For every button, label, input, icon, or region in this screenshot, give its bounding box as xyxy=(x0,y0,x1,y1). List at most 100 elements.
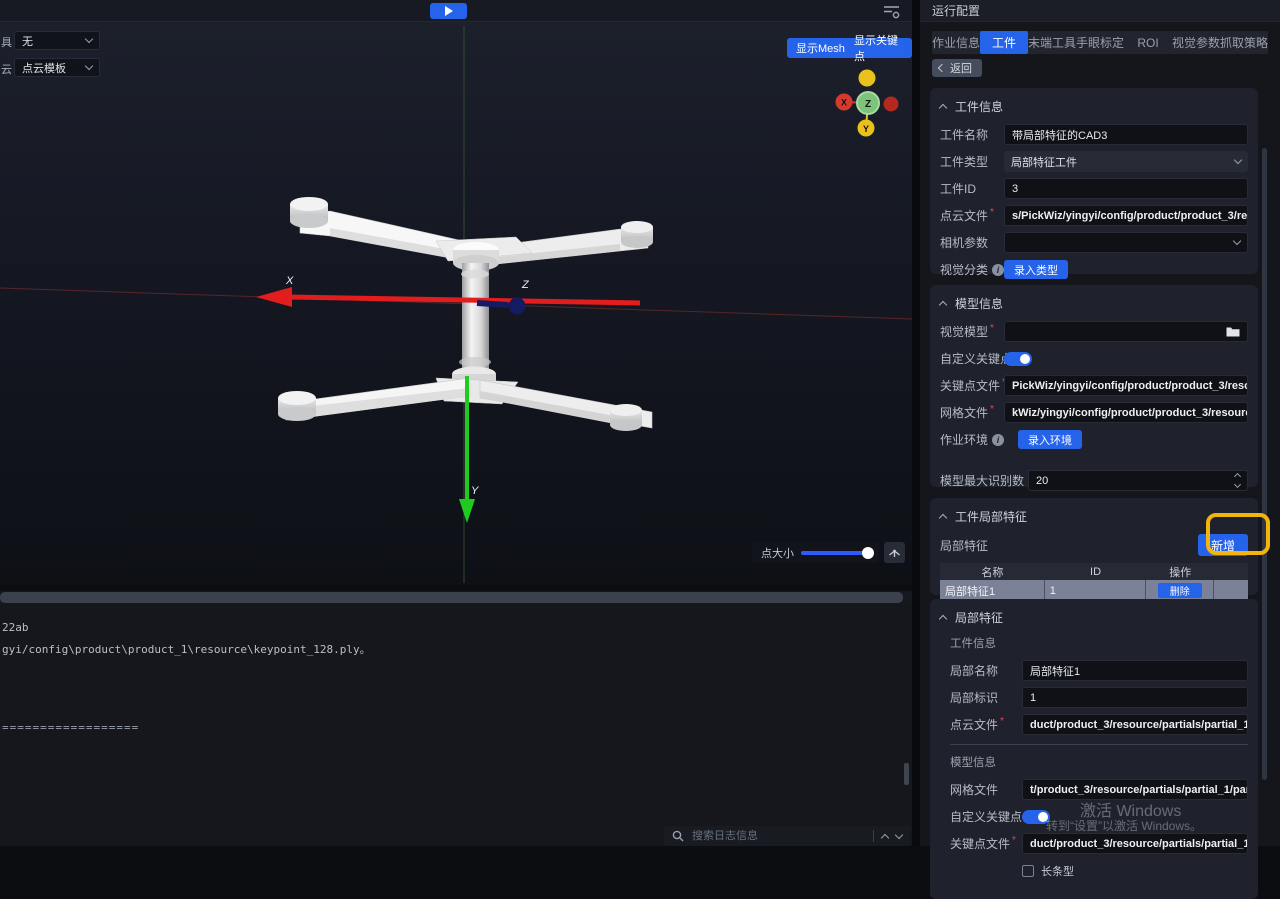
log-scrollbar-thumb[interactable] xyxy=(904,763,909,785)
point-size-label: 点大小 xyxy=(761,545,794,561)
row-id: 1 xyxy=(1045,580,1147,601)
tab-roi[interactable]: ROI xyxy=(1124,31,1172,54)
log-search-bar xyxy=(664,826,910,846)
custom-keypoint-toggle[interactable] xyxy=(1004,352,1032,366)
section-title: 局部特征 xyxy=(955,609,1003,626)
folder-icon[interactable] xyxy=(1226,326,1240,337)
field-label: 网格文件 xyxy=(940,404,1004,421)
slider-knob[interactable] xyxy=(862,547,874,559)
table-header-row: 名称 ID 操作 xyxy=(940,563,1248,580)
horizontal-scrollbar-thumb[interactable] xyxy=(0,592,903,603)
config-panel: 运行配置 作业信息 工件 末端工具 手眼标定 ROI 视觉参数 抓取策略 返回 … xyxy=(920,0,1280,846)
log-line: 22ab xyxy=(2,621,29,634)
section-title: 模型信息 xyxy=(955,295,1003,312)
field-label: 工件ID xyxy=(940,180,1004,197)
partial-detail-card: 局部特征 工件信息 局部名称 局部特征1 局部标识 1 点云文件 duct/pr… xyxy=(930,599,1258,899)
partial-detail-header[interactable]: 局部特征 xyxy=(940,609,1248,626)
collapse-icon xyxy=(939,514,947,522)
tab-grasp-strategy[interactable]: 抓取策略 xyxy=(1220,31,1268,54)
field-label: 视觉模型 xyxy=(940,323,1004,340)
tab-job-info[interactable]: 作业信息 xyxy=(932,31,980,54)
gizmo-neg-x[interactable] xyxy=(884,97,899,112)
info-icon[interactable]: i xyxy=(992,434,1004,446)
info-icon[interactable]: i xyxy=(992,264,1004,276)
log-line: ================== xyxy=(2,721,139,734)
3d-scene[interactable]: X Z Y X Z Y xyxy=(0,22,912,585)
model-info-card: 模型信息 视觉模型 自定义关键点 关键点文件 PickWiz/yingyi/co… xyxy=(930,285,1258,487)
gizmo-neg-y[interactable] xyxy=(859,70,876,87)
col-name: 名称 xyxy=(940,564,1045,580)
tab-workpiece[interactable]: 工件 xyxy=(980,31,1028,54)
partial-features-card: 工件局部特征 局部特征 新增 名称 ID 操作 局部特征1 1 删除 xyxy=(930,498,1258,595)
record-type-button[interactable]: 录入类型 xyxy=(1004,260,1068,279)
orientation-gizmo[interactable]: X Z Y xyxy=(836,70,899,137)
field-label: 局部特征 xyxy=(940,537,1004,554)
tab-end-tool[interactable]: 末端工具 xyxy=(1028,31,1076,54)
field-label: 自定义关键点 xyxy=(950,808,1022,825)
z-axis-label: Z xyxy=(521,279,530,291)
tab-vision-params[interactable]: 视觉参数 xyxy=(1172,31,1220,54)
panel-divider xyxy=(912,0,920,846)
partial-custom-keypoint-toggle[interactable] xyxy=(1022,810,1050,824)
back-button[interactable]: 返回 xyxy=(932,59,982,77)
panel-header: 运行配置 xyxy=(920,0,1280,22)
col-id: ID xyxy=(1045,566,1147,578)
axes-widget-button[interactable] xyxy=(884,542,905,563)
y-axis-label: Y xyxy=(471,485,479,497)
log-settings-icon[interactable] xyxy=(883,4,900,22)
workpiece-type-select[interactable]: 局部特征工件 xyxy=(1004,151,1248,172)
field-label: 网格文件 xyxy=(950,781,1022,798)
point-size-slider[interactable] xyxy=(801,551,870,555)
camera-params-select[interactable] xyxy=(1004,232,1248,253)
gizmo-z-label: Z xyxy=(865,99,871,110)
search-next-icon[interactable] xyxy=(895,831,903,839)
pointcloud-file-input[interactable]: s/PickWiz/yingyi/config/product/product_… xyxy=(1004,205,1248,226)
keypoint-file-input[interactable]: PickWiz/yingyi/config/product/product_3/… xyxy=(1004,375,1248,396)
mesh-file-input[interactable]: kWiz/yingyi/config/product/product_3/res… xyxy=(1004,402,1248,423)
separator xyxy=(873,830,874,842)
panel-scrollbar-thumb[interactable] xyxy=(1262,148,1267,780)
field-label: 作业环境i xyxy=(940,431,1004,448)
axes-icon xyxy=(888,546,901,559)
record-env-button[interactable]: 录入环境 xyxy=(1018,430,1082,449)
partial-id-input[interactable]: 1 xyxy=(1022,687,1248,708)
field-label: 点云文件 xyxy=(940,207,1004,224)
search-prev-icon[interactable] xyxy=(881,833,889,841)
row-name: 局部特征1 xyxy=(940,580,1045,601)
partial-keypoint-file-input[interactable]: duct/product_3/resource/partials/partial… xyxy=(1022,833,1248,854)
x-axis-arrow xyxy=(256,287,640,307)
3d-viewport[interactable]: 具 无 云 点云模板 显示Mesh 显示关键点 xyxy=(0,22,912,585)
field-label: 视觉分类i xyxy=(940,261,1004,278)
number-spinner[interactable] xyxy=(1235,474,1240,487)
log-search-input[interactable] xyxy=(692,830,865,842)
search-icon xyxy=(672,830,684,842)
workpiece-info-header[interactable]: 工件信息 xyxy=(940,98,1248,115)
model-info-header[interactable]: 模型信息 xyxy=(940,295,1248,312)
table-row[interactable]: 局部特征1 1 删除 xyxy=(940,580,1248,601)
max-recognition-input[interactable]: 20 xyxy=(1028,470,1248,491)
long-strip-checkbox[interactable] xyxy=(1022,865,1034,877)
partial-cloud-file-input[interactable]: duct/product_3/resource/partials/partial… xyxy=(1022,714,1248,735)
delete-button[interactable]: 删除 xyxy=(1158,583,1202,598)
field-label: 相机参数 xyxy=(940,234,1004,251)
add-partial-button[interactable]: 新增 xyxy=(1198,534,1248,556)
workpiece-id-input[interactable]: 3 xyxy=(1004,178,1248,199)
checkbox-label: 长条型 xyxy=(1041,863,1074,879)
partial-mesh-file-input[interactable]: t/product_3/resource/partials/partial_1/… xyxy=(1022,779,1248,800)
collapse-icon xyxy=(939,301,947,309)
partial-name-input[interactable]: 局部特征1 xyxy=(1022,660,1248,681)
run-button[interactable] xyxy=(430,3,467,19)
x-axis-label: X xyxy=(285,275,294,287)
panel-title: 运行配置 xyxy=(932,2,980,19)
partial-features-header[interactable]: 工件局部特征 xyxy=(940,508,1248,525)
log-line: gyi/config\product\product_1\resource\ke… xyxy=(2,641,371,657)
vision-model-input[interactable] xyxy=(1004,321,1248,342)
horizontal-scrollbar[interactable] xyxy=(0,591,912,604)
chevron-down-icon xyxy=(1233,237,1241,245)
field-label: 自定义关键点 xyxy=(940,350,1004,367)
field-label: 关键点文件 xyxy=(940,377,1004,394)
tab-hand-eye[interactable]: 手眼标定 xyxy=(1076,31,1124,54)
gizmo-x-label: X xyxy=(841,98,847,108)
workpiece-name-input[interactable]: 带局部特征的CAD3 xyxy=(1004,124,1248,145)
workpiece-info-card: 工件信息 工件名称 带局部特征的CAD3 工件类型 局部特征工件 工件ID 3 … xyxy=(930,88,1258,274)
